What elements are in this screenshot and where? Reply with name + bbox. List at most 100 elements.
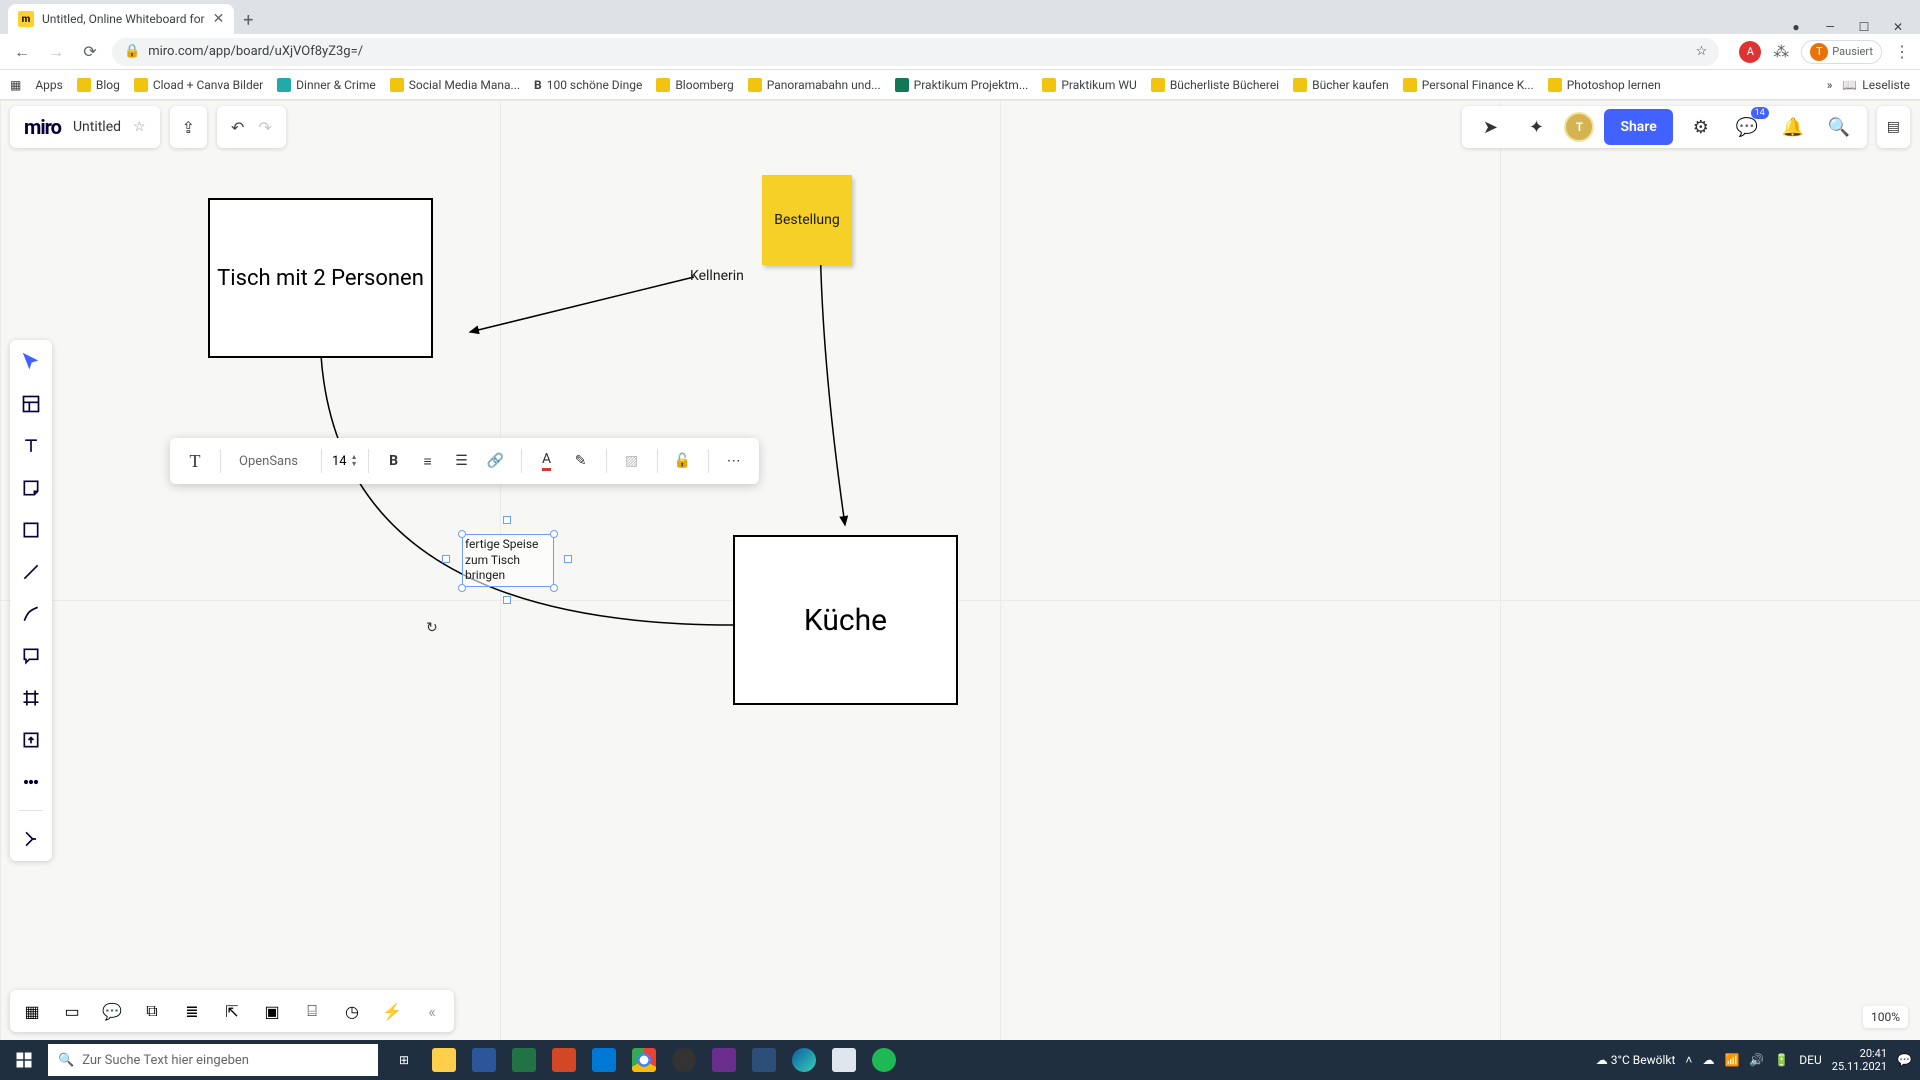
timer-icon[interactable]: ◷ bbox=[340, 999, 364, 1023]
bold-button[interactable]: B bbox=[379, 446, 409, 476]
taskbar-clock[interactable]: 20:41 25.11.2021 bbox=[1832, 1047, 1887, 1073]
bookmark-item[interactable]: Bloomberg bbox=[656, 78, 733, 92]
shape-tool[interactable] bbox=[17, 516, 45, 544]
list-button[interactable]: ☰ bbox=[447, 446, 477, 476]
share-button[interactable]: Share bbox=[1604, 109, 1672, 145]
taskbar-app-spotify[interactable] bbox=[864, 1040, 904, 1080]
selection-handle[interactable] bbox=[550, 584, 558, 592]
weather-widget[interactable]: ☁ 3°C Bewölkt bbox=[1596, 1053, 1676, 1067]
reactions-icon[interactable]: ✦ bbox=[1518, 109, 1554, 145]
bookmark-item[interactable]: Personal Finance K... bbox=[1403, 78, 1534, 92]
board-title[interactable]: Untitled bbox=[73, 119, 121, 135]
taskbar-app-generic2[interactable] bbox=[744, 1040, 784, 1080]
back-button[interactable]: ← bbox=[10, 40, 34, 64]
align-button[interactable]: ≡ bbox=[413, 446, 443, 476]
bookmark-star-icon[interactable]: ☆ bbox=[1696, 44, 1708, 59]
text-color-button[interactable]: A bbox=[532, 446, 562, 476]
maximize-icon[interactable]: ☐ bbox=[1850, 20, 1878, 34]
apps-tool[interactable] bbox=[17, 825, 45, 853]
taskbar-app-explorer[interactable] bbox=[424, 1040, 464, 1080]
close-window-icon[interactable]: ✕ bbox=[1884, 20, 1912, 34]
selection-handle[interactable] bbox=[458, 530, 466, 538]
bookmark-item[interactable]: Dinner & Crime bbox=[277, 78, 376, 92]
export-button[interactable]: ⇪ bbox=[170, 106, 207, 148]
highlight-button[interactable]: ✎ bbox=[566, 446, 596, 476]
chrome-menu-icon[interactable]: ⋮ bbox=[1894, 42, 1910, 61]
sticky-order[interactable]: Bestellung bbox=[762, 175, 852, 265]
wifi-icon[interactable]: 📶 bbox=[1724, 1053, 1739, 1067]
more-tools[interactable] bbox=[17, 768, 45, 796]
volume-icon[interactable]: 🔊 bbox=[1749, 1053, 1764, 1067]
extensions-icon[interactable]: ⁂ bbox=[1773, 42, 1789, 61]
taskbar-app-generic1[interactable] bbox=[704, 1040, 744, 1080]
bookmarks-overflow-icon[interactable]: » bbox=[1827, 78, 1833, 92]
search-icon[interactable]: 🔍 bbox=[1821, 109, 1857, 145]
action-center-icon[interactable]: 💬 bbox=[1897, 1053, 1912, 1067]
selection-handle[interactable] bbox=[564, 555, 572, 563]
reload-button[interactable]: ⟳ bbox=[78, 40, 102, 64]
frame-tool[interactable] bbox=[17, 684, 45, 712]
taskbar-app-mail[interactable] bbox=[584, 1040, 624, 1080]
sticky-tool[interactable] bbox=[17, 474, 45, 502]
line-tool[interactable] bbox=[17, 558, 45, 586]
text-tool[interactable] bbox=[17, 432, 45, 460]
more-options-button[interactable]: ⋯ bbox=[719, 446, 749, 476]
battery-icon[interactable]: 🔋 bbox=[1774, 1053, 1789, 1067]
selection-handle[interactable] bbox=[442, 555, 450, 563]
bookmark-item[interactable]: Panoramabahn und... bbox=[748, 78, 881, 92]
taskbar-app-notepad[interactable] bbox=[824, 1040, 864, 1080]
taskbar-search[interactable]: 🔍 Zur Suche Text hier eingeben bbox=[48, 1044, 378, 1076]
presentation-icon[interactable]: ▭ bbox=[60, 999, 84, 1023]
miro-logo[interactable]: miro bbox=[24, 115, 61, 139]
browser-tab[interactable]: m Untitled, Online Whiteboard for ✕ bbox=[8, 4, 234, 34]
tray-overflow-icon[interactable]: ˄ bbox=[1685, 1053, 1692, 1067]
hide-panel-icon[interactable]: ▤ bbox=[1887, 119, 1900, 135]
comments-panel-icon[interactable]: 💬 bbox=[100, 999, 124, 1023]
activity-icon[interactable]: ⚡ bbox=[380, 999, 404, 1023]
new-tab-button[interactable]: + bbox=[234, 6, 262, 34]
start-button[interactable] bbox=[0, 1040, 48, 1080]
bookmark-item[interactable]: Social Media Mana... bbox=[390, 78, 520, 92]
font-family-select[interactable]: OpenSans bbox=[231, 454, 311, 469]
frames-panel-icon[interactable]: ▦ bbox=[20, 999, 44, 1023]
comments-icon[interactable]: 💬14 bbox=[1729, 109, 1765, 145]
account-dot-icon[interactable]: ● bbox=[1782, 20, 1810, 34]
selection-handle[interactable] bbox=[503, 596, 511, 604]
select-tool[interactable] bbox=[17, 348, 45, 376]
bookmark-item[interactable]: Apps bbox=[35, 78, 63, 92]
embed-icon[interactable]: ▣ bbox=[260, 999, 284, 1023]
background-button[interactable]: ▨ bbox=[617, 446, 647, 476]
shape-kitchen[interactable]: Küche bbox=[733, 535, 958, 705]
taskbar-app-word[interactable] bbox=[464, 1040, 504, 1080]
address-bar[interactable]: 🔒 miro.com/app/board/uXjVOf8yZ3g=/ ☆ bbox=[112, 38, 1719, 66]
taskbar-app-edge[interactable] bbox=[784, 1040, 824, 1080]
apps-icon[interactable]: ▦ bbox=[10, 78, 21, 92]
selection-handle[interactable] bbox=[550, 530, 558, 538]
user-avatar[interactable]: T bbox=[1564, 112, 1594, 142]
pen-tool[interactable] bbox=[17, 600, 45, 628]
lock-button[interactable]: 🔓 bbox=[668, 446, 698, 476]
taskbar-app-chrome[interactable] bbox=[624, 1040, 664, 1080]
taskbar-app-excel[interactable] bbox=[504, 1040, 544, 1080]
undo-button[interactable]: ↶ bbox=[231, 118, 244, 137]
bookmark-item[interactable]: Blog bbox=[77, 78, 120, 92]
bookmark-item[interactable]: B100 schöne Dinge bbox=[534, 78, 642, 92]
screen-share-icon[interactable]: ⌸ bbox=[300, 999, 324, 1023]
bookmark-item[interactable]: Bücher kaufen bbox=[1293, 78, 1389, 92]
bookmark-item[interactable]: Photoshop lernen bbox=[1548, 78, 1661, 92]
connector-label-waiter[interactable]: Kellnerin bbox=[690, 268, 744, 284]
miro-canvas[interactable]: Tisch mit 2 Personen Küche Bestellung Ke… bbox=[0, 100, 1920, 1040]
templates-tool[interactable] bbox=[17, 390, 45, 418]
bookmark-item[interactable]: Bücherliste Bücherei bbox=[1151, 78, 1279, 92]
zoom-level[interactable]: 100% bbox=[1863, 1006, 1908, 1028]
comment-tool[interactable] bbox=[17, 642, 45, 670]
selected-text-node[interactable]: fertige Speise zum Tisch bringen bbox=[462, 534, 554, 587]
taskbar-app-obs[interactable] bbox=[664, 1040, 704, 1080]
shape-table[interactable]: Tisch mit 2 Personen bbox=[208, 198, 433, 358]
cards-icon[interactable]: ⧉ bbox=[140, 999, 164, 1023]
settings-icon[interactable]: ⚙ bbox=[1683, 109, 1719, 145]
upload-tool[interactable] bbox=[17, 726, 45, 754]
collapse-icon[interactable]: « bbox=[420, 999, 444, 1023]
task-view-icon[interactable]: ⊞ bbox=[384, 1040, 424, 1080]
onedrive-icon[interactable]: ☁ bbox=[1702, 1053, 1714, 1067]
